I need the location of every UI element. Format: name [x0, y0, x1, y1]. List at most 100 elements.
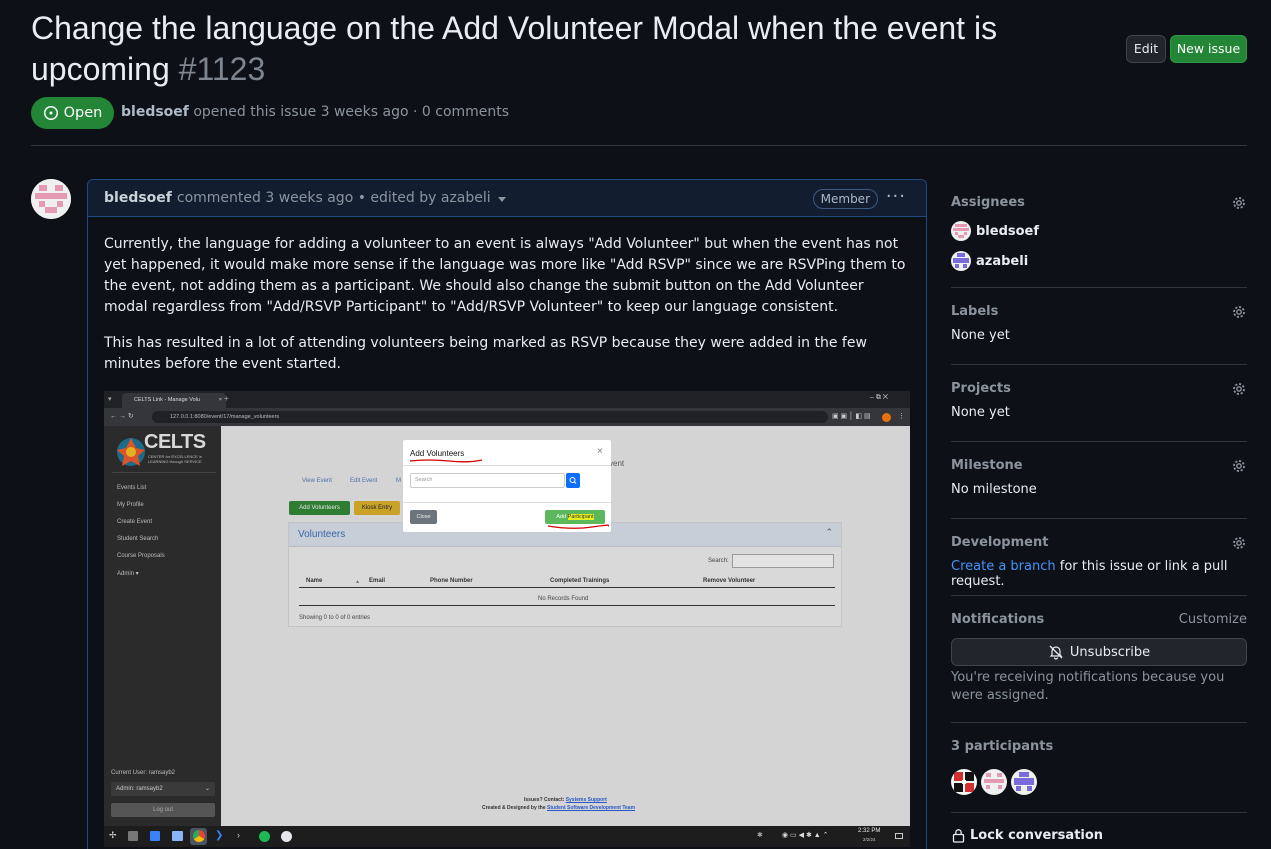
nav-item-events-list[interactable]: Events List: [117, 485, 146, 491]
browser-addressbar: ← → ↻ 127.0.0.1:8080/event/17/manage_vol…: [104, 408, 910, 426]
launcher-icon[interactable]: ✢: [109, 830, 117, 841]
lock-conversation-button[interactable]: Lock conversation: [952, 828, 1103, 843]
add-volunteers-button[interactable]: Add Volunteers: [289, 501, 350, 515]
new-issue-button[interactable]: New issue: [1170, 35, 1247, 63]
modal-divider: [403, 465, 611, 466]
comment-body: Currently, the language for adding a vol…: [88, 217, 926, 375]
event-title-fragment: vent: [609, 459, 625, 468]
modal-close-button[interactable]: Close: [410, 510, 437, 524]
footer-support-link[interactable]: Systems Support: [566, 797, 607, 803]
modal-submit-button[interactable]: Add Participant: [545, 510, 605, 524]
issue-title: Change the language on the Add Volunteer…: [31, 8, 1091, 90]
issue-title-text: Change the language on the Add Volunteer…: [31, 10, 998, 87]
spotify-icon[interactable]: [259, 831, 270, 842]
new-tab-icon: +: [224, 394, 229, 403]
volunteers-panel: Volunteers ⌃ Search: Name ▴ Email Phone …: [288, 522, 842, 627]
kiosk-entry-button[interactable]: Kiosk Entry: [354, 501, 400, 515]
logo-title: CELTS: [144, 431, 206, 453]
customize-link[interactable]: Customize: [1179, 612, 1247, 627]
sort-icon: ▴: [356, 579, 360, 585]
chevron-down-icon[interactable]: [497, 197, 506, 202]
issue-opened-text: opened this issue 3 weeks ago · 0 commen…: [193, 104, 510, 120]
col-header-remove[interactable]: Remove Volunteer: [703, 578, 755, 584]
logo-subtitle: CENTER for EXCELLENCE in LEARNING throug…: [148, 454, 203, 464]
participant-avatar[interactable]: [981, 769, 1007, 795]
modal-search-button[interactable]: [566, 473, 580, 488]
modal-close-icon[interactable]: ×: [597, 446, 603, 457]
tab-more[interactable]: M: [396, 478, 401, 484]
app-sidebar: CELTS CENTER for EXCELLENCE in LEARNING …: [104, 426, 221, 826]
gear-icon[interactable]: [1231, 381, 1247, 397]
col-header-email[interactable]: Email: [369, 578, 385, 584]
milestone-section: Milestone No milestone: [951, 458, 1247, 497]
browser-tab-title: CELTS Link - Manage Volu: [134, 397, 200, 403]
browser-tab: CELTS Link - Manage Volu ×: [122, 393, 226, 408]
modal-search-input[interactable]: Search: [410, 473, 565, 488]
table-info-text: Showing 0 to 0 of 0 entries: [299, 615, 371, 621]
tab-view-event[interactable]: View Event: [302, 478, 332, 484]
nav-item-student-search[interactable]: Student Search: [117, 536, 158, 542]
embedded-screenshot[interactable]: ▾ CELTS Link - Manage Volu × + – ⧉ ✕ ← → …: [104, 391, 910, 847]
browser-tabbar: ▾ CELTS Link - Manage Volu × + – ⧉ ✕: [104, 391, 910, 408]
identicon-avatar-icon: [951, 769, 977, 795]
col-header-phone[interactable]: Phone Number: [430, 578, 473, 584]
nav-item-my-profile[interactable]: My Profile: [117, 502, 144, 508]
unsubscribe-button[interactable]: Unsubscribe: [951, 638, 1247, 666]
labels-heading: Labels: [951, 304, 999, 319]
comment-author-link[interactable]: bledsoef: [104, 190, 172, 206]
status-badge: Open: [31, 97, 114, 129]
sidebar-divider: [951, 812, 1247, 813]
avatar[interactable]: [31, 179, 71, 219]
show-desktop-icon[interactable]: [895, 833, 903, 839]
chrome-icon[interactable]: [193, 830, 205, 842]
taskbar-app-icon[interactable]: [128, 831, 138, 841]
create-branch-link[interactable]: Create a branch: [951, 559, 1056, 574]
nav-item-admin[interactable]: Admin ▾: [117, 570, 139, 577]
gear-icon[interactable]: [1231, 195, 1247, 211]
nav-item-course-proposals[interactable]: Course Proposals: [117, 553, 165, 559]
table-search-input[interactable]: [732, 554, 834, 568]
system-tray-icons[interactable]: ◉ ▭ ◀ ✱ ▲ ⌃: [782, 831, 829, 839]
slack-icon[interactable]: [281, 831, 292, 842]
taskbar-app-icon[interactable]: [150, 831, 160, 841]
folder-icon[interactable]: [172, 831, 183, 841]
close-icon: ×: [218, 397, 222, 403]
comment-header: bledsoef commented 3 weeks ago • edited …: [88, 180, 926, 217]
col-header-name[interactable]: Name: [306, 578, 322, 584]
issue-author-link[interactable]: bledsoef: [121, 104, 189, 120]
edit-button[interactable]: Edit: [1126, 35, 1166, 63]
admin-select[interactable]: Admin: ramsayb2 ⌄: [111, 782, 215, 796]
participants-heading: 3 participants: [951, 739, 1054, 754]
terminal-icon[interactable]: ›: [237, 830, 240, 840]
participant-avatar[interactable]: [1011, 769, 1037, 795]
tab-menu-icon: ▾: [108, 396, 112, 403]
comment-paragraph: This has resulted in a lot of attending …: [104, 335, 867, 372]
participant-avatar[interactable]: [951, 769, 977, 795]
gear-icon[interactable]: [1231, 458, 1247, 474]
tray-app-icon[interactable]: ✱: [757, 831, 763, 839]
assignee-azabeli[interactable]: azabeli: [951, 251, 1247, 271]
projects-section: Projects None yet: [951, 381, 1247, 420]
sidebar-divider: [951, 595, 1247, 596]
col-header-trainings[interactable]: Completed Trainings: [550, 578, 609, 584]
add-volunteers-modal: Add Volunteers × Search Close Add Partic…: [403, 440, 611, 532]
assignee-bledsoef[interactable]: bledsoef: [951, 221, 1247, 241]
vscode-icon[interactable]: ❯: [215, 830, 223, 841]
nav-item-create-event[interactable]: Create Event: [117, 519, 152, 525]
admin-select-value: Admin: ramsayb2: [116, 786, 163, 792]
footer-credits-label: Created & Designed by the: [482, 805, 546, 811]
logout-button[interactable]: Log out: [111, 803, 215, 817]
sidebar-divider: [951, 441, 1247, 442]
footer-issues-line: Issues? Contact: Systems Support: [524, 797, 607, 803]
modal-search-placeholder: Search: [415, 477, 433, 483]
gear-icon[interactable]: [1231, 535, 1247, 551]
kebab-menu-icon[interactable]: ···: [886, 188, 906, 206]
footer-team-link[interactable]: Student Software Development Team: [547, 805, 635, 811]
projects-heading: Projects: [951, 381, 1011, 396]
gear-icon[interactable]: [1231, 304, 1247, 320]
profile-icon: [882, 413, 891, 422]
window-controls-icon: – ⧉ ✕: [870, 394, 889, 401]
tab-edit-event[interactable]: Edit Event: [350, 478, 377, 484]
unsubscribe-label: Unsubscribe: [1069, 644, 1151, 660]
clock-date: 2/2/24: [863, 837, 876, 842]
